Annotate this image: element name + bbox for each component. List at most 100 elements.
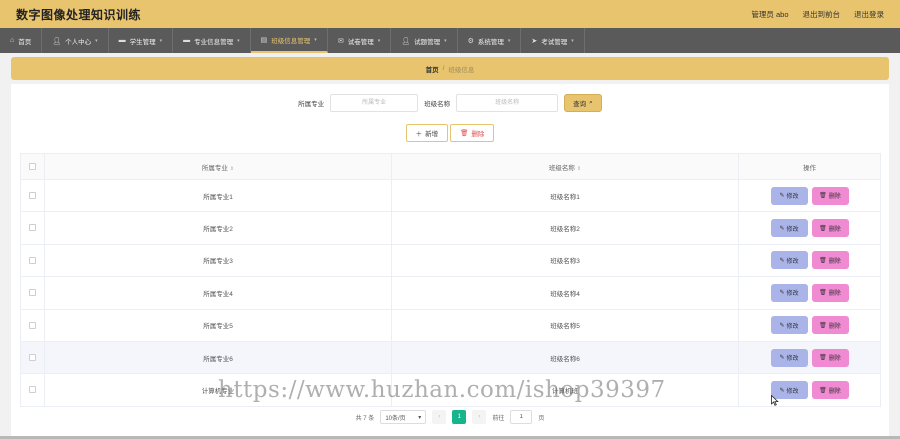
sort-icon[interactable]: ⇕ xyxy=(230,166,234,172)
logout-link[interactable]: 退出登录 xyxy=(854,9,884,20)
trash-icon: 🗑︎ xyxy=(819,225,827,232)
breadcrumb-separator: / xyxy=(442,65,445,72)
search-bar: 所属专业 班级名称 查询 ⌕ xyxy=(11,94,889,112)
app-header: 数字图像处理知识训练 管理员 abo 退出到前台 退出登录 xyxy=(0,0,900,28)
cell-major: 计算机专业 xyxy=(44,373,392,407)
sort-icon[interactable]: ⇕ xyxy=(577,166,581,172)
cell-major: 所属专业4 xyxy=(44,276,392,310)
batch-delete-button[interactable]: 🗑︎ 删除 xyxy=(450,124,495,142)
nav-label: 试题管理 xyxy=(414,38,441,46)
trash-icon: 🗑︎ xyxy=(819,355,827,362)
nav-item-papers[interactable]: ✉ 试卷管理 ▾ xyxy=(328,28,392,53)
nav-item-classes[interactable]: ▤ 班级信息管理 ▾ xyxy=(250,28,328,53)
delete-button[interactable]: 🗑︎ 删除 xyxy=(811,186,849,205)
cell-class: 班级名称6 xyxy=(391,340,739,375)
edit-button[interactable]: ✎ 修改 xyxy=(770,186,808,205)
table-row: 所属专业6 班级名称6 ✎ 修改 🗑︎ 删除 xyxy=(20,340,881,375)
cell-major: 所属专业2 xyxy=(44,211,392,245)
top-nav: ⌂ 首页 👤︎ 个人中心 ▾ ▬ 学生管理 ▾ ▬ 专业信息管理 ▾ ▤ 班级信… xyxy=(0,28,900,53)
edit-icon: ✎ xyxy=(779,290,785,297)
chevron-down-icon: ▾ xyxy=(314,36,317,43)
admin-label: 管理员 abo xyxy=(751,9,789,19)
student-icon: ▬ xyxy=(118,37,126,44)
row-checkbox[interactable] xyxy=(29,321,36,329)
row-checkbox[interactable] xyxy=(29,386,36,394)
nav-item-majors[interactable]: ▬ 专业信息管理 ▾ xyxy=(173,28,251,53)
cell-class: 班级名称1 xyxy=(391,178,739,213)
header-user-area: 管理员 abo 退出到前台 退出登录 xyxy=(751,9,884,20)
query-button-label: 查询 xyxy=(573,101,587,108)
edit-icon: ✎ xyxy=(779,355,785,362)
trash-icon: 🗑︎ xyxy=(819,387,827,394)
nav-item-exams[interactable]: ➤ 考试管理 ▾ xyxy=(521,28,585,53)
nav-item-students[interactable]: ▬ 学生管理 ▾ xyxy=(109,28,174,53)
nav-item-home[interactable]: ⌂ 首页 xyxy=(0,28,43,53)
mouse-cursor-icon xyxy=(771,395,779,406)
mail-icon: ✉ xyxy=(337,37,344,45)
trash-icon: 🗑︎ xyxy=(819,257,827,264)
trash-icon: 🗑︎ xyxy=(819,290,827,297)
action-bar: ＋ 新增 🗑︎ 删除 xyxy=(11,124,889,142)
page-number[interactable]: 1 xyxy=(452,410,467,424)
delete-button[interactable]: 🗑︎ 删除 xyxy=(811,381,849,400)
class-search-input[interactable] xyxy=(456,94,559,112)
nav-label: 个人中心 xyxy=(65,38,92,46)
edit-button[interactable]: ✎ 修改 xyxy=(770,219,808,238)
cell-major: 所属专业5 xyxy=(44,308,392,342)
table-row: 所属专业1 班级名称1 ✎ 修改 🗑︎ 删除 xyxy=(20,178,881,213)
nav-item-questions[interactable]: 👤︎ 试题管理 ▾ xyxy=(391,28,458,53)
delete-button[interactable]: 🗑︎ 删除 xyxy=(811,219,849,238)
edit-icon: ✎ xyxy=(779,257,785,264)
table-row: 所属专业5 班级名称5 ✎ 修改 🗑︎ 删除 xyxy=(20,308,881,342)
edit-button[interactable]: ✎ 修改 xyxy=(770,283,808,302)
column-header-class[interactable]: 班级名称 ⇕ xyxy=(391,153,739,180)
cell-class: 班级名称4 xyxy=(391,276,739,310)
cell-major: 所属专业6 xyxy=(44,340,392,375)
edit-icon: ✎ xyxy=(779,193,785,200)
column-header-major[interactable]: 所属专业 ⇕ xyxy=(44,153,392,180)
row-checkbox[interactable] xyxy=(29,224,36,232)
goto-page-input[interactable] xyxy=(510,410,533,424)
row-checkbox[interactable] xyxy=(29,354,36,362)
query-button[interactable]: 查询 ⌕ xyxy=(564,94,602,112)
page-size-select[interactable]: 10条/页 ▾ xyxy=(380,410,427,424)
major-icon: ▬ xyxy=(183,37,191,44)
trash-icon: 🗑︎ xyxy=(819,322,827,329)
delete-button[interactable]: 🗑︎ 删除 xyxy=(811,316,849,335)
table-row: 所属专业3 班级名称3 ✎ 修改 🗑︎ 删除 xyxy=(20,243,881,278)
chevron-down-icon: ▾ xyxy=(571,37,574,44)
class-icon: ▤ xyxy=(260,36,268,44)
chevron-down-icon: ▾ xyxy=(418,414,422,421)
cell-major: 所属专业3 xyxy=(44,243,392,278)
row-checkbox[interactable] xyxy=(29,289,36,297)
delete-button[interactable]: 🗑︎ 删除 xyxy=(811,251,849,270)
nav-item-personal-center[interactable]: 👤︎ 个人中心 ▾ xyxy=(42,28,109,53)
cell-class: 班级名称5 xyxy=(391,308,739,342)
edit-button[interactable]: ✎ 修改 xyxy=(770,251,808,270)
pagination: 共 7 条 10条/页 ▾ ‹ 1 › 前往 页 xyxy=(11,410,889,424)
cell-major: 所属专业1 xyxy=(44,178,392,213)
row-checkbox[interactable] xyxy=(29,192,36,200)
nav-item-system[interactable]: ⚙ 系统管理 ▾ xyxy=(458,28,522,53)
nav-label: 考试管理 xyxy=(541,38,568,46)
next-page-button[interactable]: › xyxy=(472,410,487,424)
column-header-actions: 操作 xyxy=(738,153,881,180)
add-button[interactable]: ＋ 新增 xyxy=(405,124,449,142)
breadcrumb-home[interactable]: 首页 xyxy=(426,64,439,74)
back-to-frontend-link[interactable]: 退出到前台 xyxy=(803,9,841,20)
major-label: 所属专业 xyxy=(298,101,325,108)
select-all-checkbox[interactable] xyxy=(29,162,36,170)
delete-button[interactable]: 🗑︎ 删除 xyxy=(811,283,849,302)
nav-label: 系统管理 xyxy=(477,38,504,46)
trash-icon: 🗑︎ xyxy=(460,130,469,137)
delete-button[interactable]: 🗑︎ 删除 xyxy=(811,348,849,367)
nav-label: 试卷管理 xyxy=(347,38,374,46)
user-icon: 👤︎ xyxy=(401,37,411,45)
edit-icon: ✎ xyxy=(779,225,785,232)
prev-page-button[interactable]: ‹ xyxy=(432,410,447,424)
edit-button[interactable]: ✎ 修改 xyxy=(770,316,808,335)
edit-button[interactable]: ✎ 修改 xyxy=(770,348,808,367)
cell-class: 班级名称2 xyxy=(391,211,739,245)
major-search-input[interactable] xyxy=(330,94,419,112)
row-checkbox[interactable] xyxy=(29,256,36,264)
